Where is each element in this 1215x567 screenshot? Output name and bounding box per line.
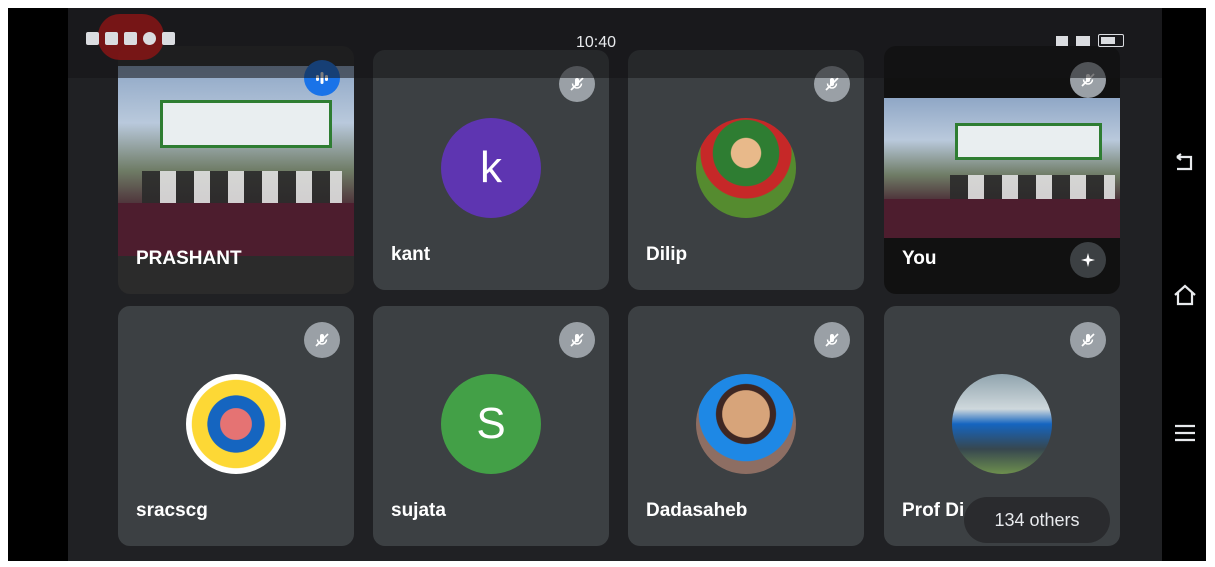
participant-tile-dilip[interactable]: Dilip	[628, 50, 864, 290]
participant-tile-kant[interactable]: k kant	[373, 50, 609, 290]
wifi-icon	[1076, 35, 1090, 46]
menu-icon[interactable]	[1170, 418, 1200, 448]
video-banner	[954, 123, 1103, 160]
clock: 10:40	[576, 34, 617, 51]
notification-icon	[143, 32, 156, 45]
participant-photo	[696, 118, 796, 218]
avatar-letter: S	[476, 399, 506, 448]
notification-icons	[86, 32, 175, 45]
status-bar: 10:40	[68, 8, 1162, 78]
video-people	[141, 170, 343, 205]
notification-icon	[86, 32, 99, 45]
battery-icon	[1098, 34, 1124, 47]
back-icon[interactable]	[1170, 148, 1200, 178]
mic-off-icon	[1070, 322, 1106, 358]
participant-name: Dadasaheb	[646, 500, 748, 521]
avatar: k	[441, 118, 541, 218]
participant-photo	[952, 374, 1052, 474]
notification-icon	[124, 32, 137, 45]
notification-icon	[162, 32, 175, 45]
participant-name: sracscg	[136, 500, 208, 521]
signal-icon	[1056, 35, 1068, 46]
video-people	[950, 175, 1116, 201]
participant-name: Prof Di	[902, 500, 965, 521]
home-icon[interactable]	[1170, 280, 1200, 310]
participant-name: sujata	[391, 500, 446, 521]
participant-photo	[186, 374, 286, 474]
participant-name: Dilip	[646, 244, 688, 265]
mic-off-icon	[304, 322, 340, 358]
participant-name: You	[902, 248, 937, 269]
others-button[interactable]: 134 others	[964, 497, 1110, 543]
avatar-letter: k	[480, 143, 502, 192]
participant-tile-you[interactable]: You	[884, 46, 1120, 294]
participant-photo	[696, 374, 796, 474]
participant-name: kant	[391, 244, 431, 265]
others-label: 134 others	[994, 509, 1080, 530]
participant-name: PRASHANT	[136, 248, 242, 269]
sparkle-icon[interactable]	[1070, 242, 1106, 278]
video-table	[884, 198, 1120, 238]
participant-tile-prashant[interactable]: PRASHANT	[118, 46, 354, 294]
system-icons	[1056, 34, 1124, 47]
meeting-grid: PRASHANT k kant Dilip You sracscg S suja…	[68, 8, 1162, 561]
participant-tile-sujata[interactable]: S sujata	[373, 306, 609, 546]
mic-off-icon	[559, 322, 595, 358]
participant-tile-sracscg[interactable]: sracscg	[118, 306, 354, 546]
video-banner	[160, 100, 332, 148]
self-video	[884, 98, 1120, 238]
mic-off-icon	[814, 322, 850, 358]
notification-icon	[105, 32, 118, 45]
avatar: S	[441, 374, 541, 474]
participant-tile-dadasaheb[interactable]: Dadasaheb	[628, 306, 864, 546]
phone-screen: PRASHANT k kant Dilip You sracscg S suja…	[8, 8, 1206, 561]
navigation-bar	[1162, 8, 1206, 561]
